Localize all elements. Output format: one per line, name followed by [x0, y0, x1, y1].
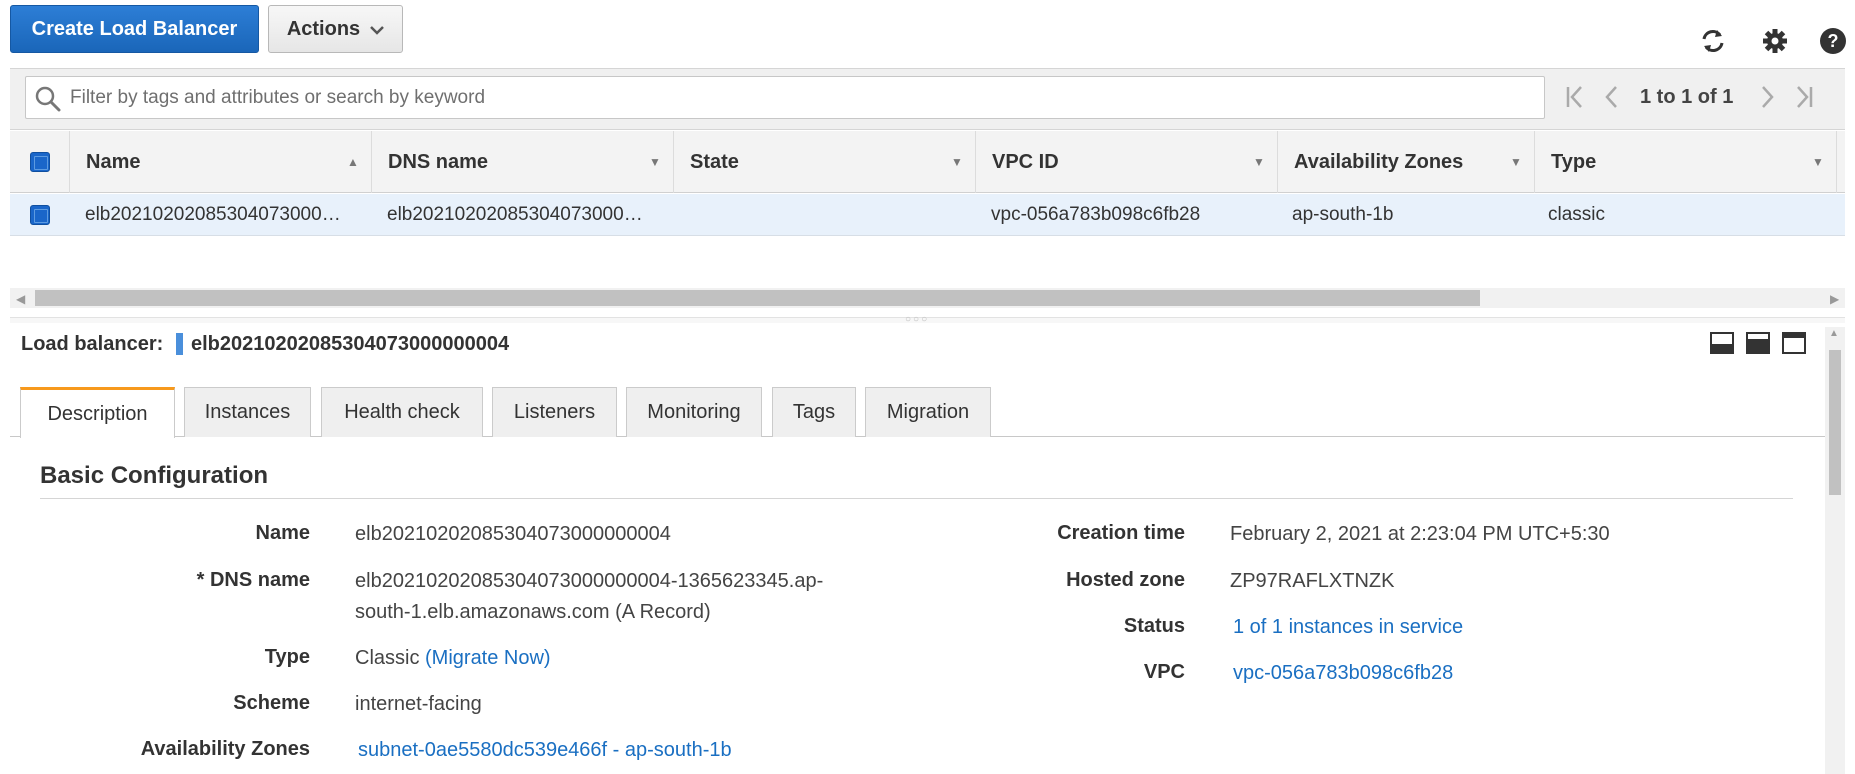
column-header-dns-name[interactable]: DNS name ▼ [372, 131, 674, 193]
row-select-cell [10, 194, 70, 236]
pane-bottom-icon[interactable] [1710, 332, 1734, 354]
help-icon[interactable]: ? [1818, 26, 1848, 56]
create-load-balancer-button[interactable]: Create Load Balancer [10, 5, 259, 53]
column-header-availability-zones[interactable]: Availability Zones ▼ [1278, 131, 1535, 193]
field-label-status: Status [1123, 615, 1185, 637]
detail-load-balancer-name: elb20210202085304073000000004 [191, 333, 510, 355]
field-value-type: Classic (Migrate Now) [355, 642, 551, 674]
field-label-vpc: VPC [1143, 661, 1185, 683]
field-label-type: Type [264, 646, 310, 668]
tab-instances[interactable]: Instances [184, 387, 311, 437]
detail-label: Load balancer: [21, 333, 164, 355]
scroll-left-arrow-icon[interactable]: ◀ [16, 292, 25, 306]
svg-text:?: ? [1828, 31, 1839, 51]
search-input[interactable] [68, 79, 1528, 116]
caret-down-icon: ▼ [951, 155, 963, 169]
field-value-status-link[interactable]: 1 of 1 instances in service [1233, 611, 1463, 643]
select-all-checkbox[interactable] [29, 152, 50, 172]
tab-health-check[interactable]: Health check [321, 387, 483, 437]
first-page-button[interactable] [1565, 84, 1585, 115]
scroll-right-arrow-icon[interactable]: ▶ [1830, 292, 1839, 306]
field-value-vpc-link[interactable]: vpc-056a783b098c6fb28 [1233, 657, 1453, 689]
cell-availability-zones: ap-south-1b [1292, 204, 1394, 225]
field-value-availability-zones-link[interactable]: subnet-0ae5580dc539e466f - ap-south-1b [358, 734, 732, 766]
field-value-creation-time: February 2, 2021 at 2:23:04 PM UTC+5:30 [1230, 523, 1610, 545]
cell-state [689, 194, 969, 236]
section-title: Basic Configuration [40, 462, 269, 489]
field-value-name: elb20210202085304073000000004 [355, 523, 671, 545]
cell-type: classic [1548, 204, 1606, 225]
column-header-state[interactable]: State ▼ [674, 131, 976, 193]
sort-ascending-icon: ▲ [347, 155, 359, 169]
actions-dropdown-button[interactable]: Actions [268, 5, 403, 53]
tab-migration[interactable]: Migration [865, 387, 991, 437]
scroll-up-arrow-icon[interactable]: ▲ [1829, 328, 1839, 339]
field-value-dns-line2: south-1.elb.amazonaws.com (A Record) [355, 601, 711, 623]
field-label-name: Name [255, 522, 310, 544]
cell-dns-name: elb20210202085304073000… [387, 204, 643, 225]
select-all-cell [10, 131, 70, 193]
field-label-dns-name: * DNS name [196, 569, 310, 591]
row-checkbox[interactable] [30, 205, 50, 225]
vertical-scroll-thumb[interactable] [1829, 350, 1841, 495]
tab-listeners[interactable]: Listeners [492, 387, 617, 437]
field-value-scheme: internet-facing [355, 693, 482, 715]
field-value-hosted-zone: ZP97RAFLXTNZK [1230, 570, 1395, 592]
cell-name: elb20210202085304073000… [85, 204, 341, 225]
caret-down-icon: ▼ [649, 155, 661, 169]
search-icon [35, 86, 61, 117]
actions-label: Actions [286, 17, 361, 40]
next-page-button[interactable] [1760, 84, 1776, 115]
pagination-text: 1 to 1 of 1 [1640, 86, 1734, 108]
field-label-creation-time: Creation time [1057, 522, 1185, 544]
horizontal-scroll-thumb[interactable] [35, 290, 1480, 306]
pane-middle-icon[interactable] [1746, 332, 1770, 354]
field-value-dns-line1: elb20210202085304073000000004-1365623345… [355, 570, 824, 592]
migrate-now-link[interactable]: (Migrate Now) [425, 647, 551, 669]
caret-down-icon: ▼ [1510, 155, 1522, 169]
previous-page-button[interactable] [1603, 84, 1619, 115]
caret-down-icon: ▼ [1812, 155, 1824, 169]
pane-top-icon[interactable] [1782, 332, 1806, 354]
gear-icon[interactable] [1760, 26, 1790, 56]
tab-tags[interactable]: Tags [772, 387, 856, 437]
column-header-name[interactable]: Name ▲ [70, 131, 372, 193]
column-header-vpc-id[interactable]: VPC ID ▼ [976, 131, 1278, 193]
tab-monitoring[interactable]: Monitoring [626, 387, 762, 437]
drag-handle-icon[interactable]: ○○○ [905, 314, 929, 325]
refresh-icon[interactable] [1698, 26, 1728, 56]
tab-description[interactable]: Description [20, 387, 175, 438]
caret-down-icon: ▼ [1253, 155, 1265, 169]
selection-marker [176, 333, 183, 355]
type-text: Classic [355, 647, 420, 669]
chevron-down-icon [370, 18, 385, 41]
field-label-availability-zones: Availability Zones [140, 738, 310, 760]
section-divider [40, 498, 1793, 499]
column-header-type[interactable]: Type ▼ [1535, 131, 1837, 193]
last-page-button[interactable] [1794, 84, 1814, 115]
field-label-scheme: Scheme [233, 692, 310, 714]
field-label-hosted-zone: Hosted zone [1066, 569, 1185, 591]
cell-vpc-id: vpc-056a783b098c6fb28 [991, 204, 1201, 225]
